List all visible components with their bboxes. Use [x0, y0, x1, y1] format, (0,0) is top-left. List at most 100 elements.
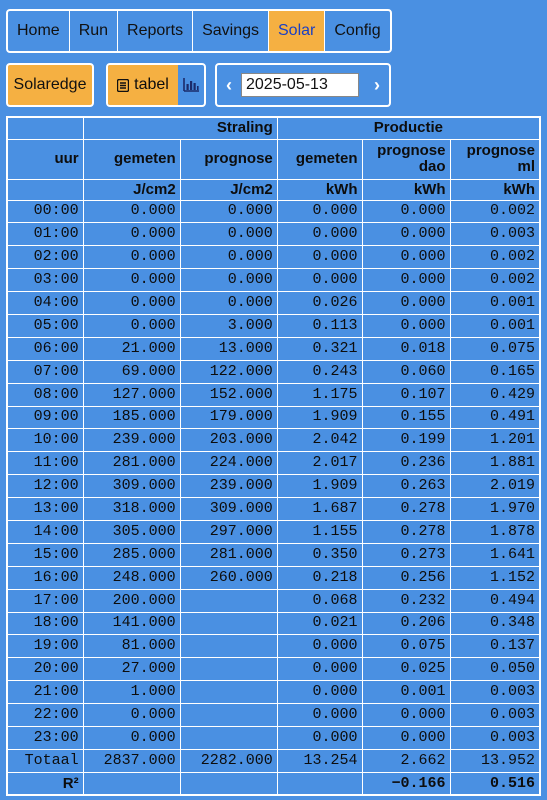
cell-straling-prognose: [179, 657, 278, 682]
cell-uur: 19:00: [6, 634, 84, 659]
cell-prod-prognose-dao: 0.199: [361, 428, 451, 453]
cell-straling-gemeten: 0.000: [82, 245, 181, 270]
cell-uur: 10:00: [6, 428, 84, 453]
cell-uur: 16:00: [6, 565, 84, 590]
cell-uur: 06:00: [6, 336, 84, 361]
cell-prod-prognose-dao: 0.075: [361, 634, 451, 659]
cell-straling-gemeten: 69.000: [82, 359, 181, 384]
cell-straling-prognose: 0.000: [179, 222, 278, 247]
totaal-cell-straling-gemeten: 2837.000: [82, 748, 181, 773]
cell-prod-gemeten: 0.000: [276, 245, 363, 270]
cell-prod-gemeten: 0.026: [276, 291, 363, 315]
unit-prod-prognose-ml: kWh: [449, 178, 541, 201]
cell-uur: 00:00: [6, 199, 84, 224]
cell-uur: 15:00: [6, 542, 84, 567]
totaal-cell-prod-gemeten: 13.254: [276, 748, 363, 773]
cell-prod-prognose-ml: 1.878: [449, 519, 541, 544]
cell-prod-prognose-ml: 0.001: [449, 291, 541, 315]
nav-item-savings[interactable]: Savings: [193, 11, 269, 51]
cell-uur: 18:00: [6, 611, 84, 636]
date-navigator: ‹ ›: [215, 63, 391, 107]
cell-straling-prognose: 0.000: [179, 291, 278, 315]
cell-uur: 13:00: [6, 497, 84, 521]
cell-straling-gemeten: 0.000: [82, 199, 181, 224]
header-empty: [6, 116, 84, 140]
cell-prod-prognose-ml: 0.348: [449, 611, 541, 636]
r2-cell-straling-gemeten: [82, 771, 181, 796]
cell-prod-prognose-dao: 0.256: [361, 565, 451, 590]
cell-prod-gemeten: 0.000: [276, 199, 363, 224]
cell-prod-gemeten: 0.021: [276, 611, 363, 636]
cell-straling-prognose: [179, 611, 278, 636]
totaal-cell-prod-prognose-dao: 2.662: [361, 748, 451, 773]
cell-prod-prognose-dao: 0.060: [361, 359, 451, 384]
table-row: 06:00 21.000 13.000 0.321 0.018 0.075: [6, 336, 541, 361]
prev-date-button[interactable]: ‹: [217, 75, 241, 96]
cell-straling-prognose: 203.000: [179, 428, 278, 453]
r2-cell-prod-gemeten: [276, 771, 363, 796]
cell-uur: 12:00: [6, 474, 84, 499]
cell-prod-prognose-ml: 1.152: [449, 565, 541, 590]
cell-prod-gemeten: 2.042: [276, 428, 363, 453]
cell-straling-prognose: 0.000: [179, 268, 278, 293]
unit-prod-prognose-dao: kWh: [361, 178, 451, 201]
r2-cell-prod-prognose-dao: −0.166: [361, 771, 451, 796]
top-nav: Home Run Reports Savings Solar Config: [6, 9, 392, 53]
cell-prod-prognose-dao: 0.000: [361, 245, 451, 270]
cell-uur: 23:00: [6, 725, 84, 750]
cell-uur: 05:00: [6, 313, 84, 338]
cell-prod-prognose-ml: 1.641: [449, 542, 541, 567]
cell-uur: 08:00: [6, 382, 84, 407]
cell-straling-prognose: 281.000: [179, 542, 278, 567]
unit-empty: [6, 178, 84, 201]
r2-cell-uur: R²: [6, 771, 84, 796]
table-row: 23:00 0.000 0.000 0.000 0.003: [6, 725, 541, 750]
table-row: 04:00 0.000 0.000 0.026 0.000 0.001: [6, 291, 541, 315]
cell-prod-prognose-ml: 0.002: [449, 199, 541, 224]
col-prod-prognose-dao: prognose dao: [361, 138, 451, 180]
cell-prod-gemeten: 1.909: [276, 405, 363, 430]
table-icon: [117, 78, 130, 92]
col-prod-gemeten: gemeten: [276, 138, 363, 180]
table-row: 00:00 0.000 0.000 0.000 0.000 0.002: [6, 199, 541, 224]
nav-item-run[interactable]: Run: [70, 11, 119, 51]
cell-prod-prognose-ml: 1.201: [449, 428, 541, 453]
totaal-cell-straling-prognose: 2282.000: [179, 748, 278, 773]
cell-prod-gemeten: 0.000: [276, 634, 363, 659]
cell-prod-prognose-ml: 0.003: [449, 680, 541, 705]
solaredge-button[interactable]: Solaredge: [6, 63, 94, 107]
cell-prod-gemeten: 0.350: [276, 542, 363, 567]
date-input[interactable]: [241, 73, 359, 97]
cell-prod-prognose-ml: 0.050: [449, 657, 541, 682]
r2-cell-prod-prognose-ml: 0.516: [449, 771, 541, 796]
cell-straling-prognose: 152.000: [179, 382, 278, 407]
cell-uur: 02:00: [6, 245, 84, 270]
cell-straling-gemeten: 318.000: [82, 497, 181, 521]
cell-uur: 09:00: [6, 405, 84, 430]
cell-prod-prognose-dao: 0.000: [361, 268, 451, 293]
cell-straling-gemeten: 0.000: [82, 268, 181, 293]
nav-item-config[interactable]: Config: [325, 11, 389, 51]
table-row: 16:00 248.000 260.000 0.218 0.256 1.152: [6, 565, 541, 590]
group-header-productie: Productie: [276, 116, 541, 140]
cell-prod-gemeten: 1.687: [276, 497, 363, 521]
cell-prod-prognose-dao: 0.263: [361, 474, 451, 499]
col-straling-prognose: prognose: [179, 138, 278, 180]
cell-prod-prognose-ml: 1.970: [449, 497, 541, 521]
cell-straling-prognose: [179, 634, 278, 659]
next-date-button[interactable]: ›: [365, 75, 389, 96]
table-row: 21:00 1.000 0.000 0.001 0.003: [6, 680, 541, 705]
cell-prod-prognose-ml: 0.002: [449, 245, 541, 270]
cell-prod-prognose-ml: 0.491: [449, 405, 541, 430]
cell-prod-gemeten: 0.218: [276, 565, 363, 590]
cell-prod-prognose-dao: 0.000: [361, 725, 451, 750]
nav-item-home[interactable]: Home: [8, 11, 70, 51]
table-row: 10:00 239.000 203.000 2.042 0.199 1.201: [6, 428, 541, 453]
totaal-row: Totaal 2837.000 2282.000 13.254 2.662 13.952: [6, 748, 541, 773]
nav-item-reports[interactable]: Reports: [118, 11, 194, 51]
nav-item-solar[interactable]: Solar: [269, 11, 326, 51]
cell-uur: 22:00: [6, 703, 84, 727]
table-row: 18:00 141.000 0.021 0.206 0.348: [6, 611, 541, 636]
tabel-button[interactable]: tabel: [108, 65, 178, 105]
chart-button[interactable]: [178, 65, 204, 105]
